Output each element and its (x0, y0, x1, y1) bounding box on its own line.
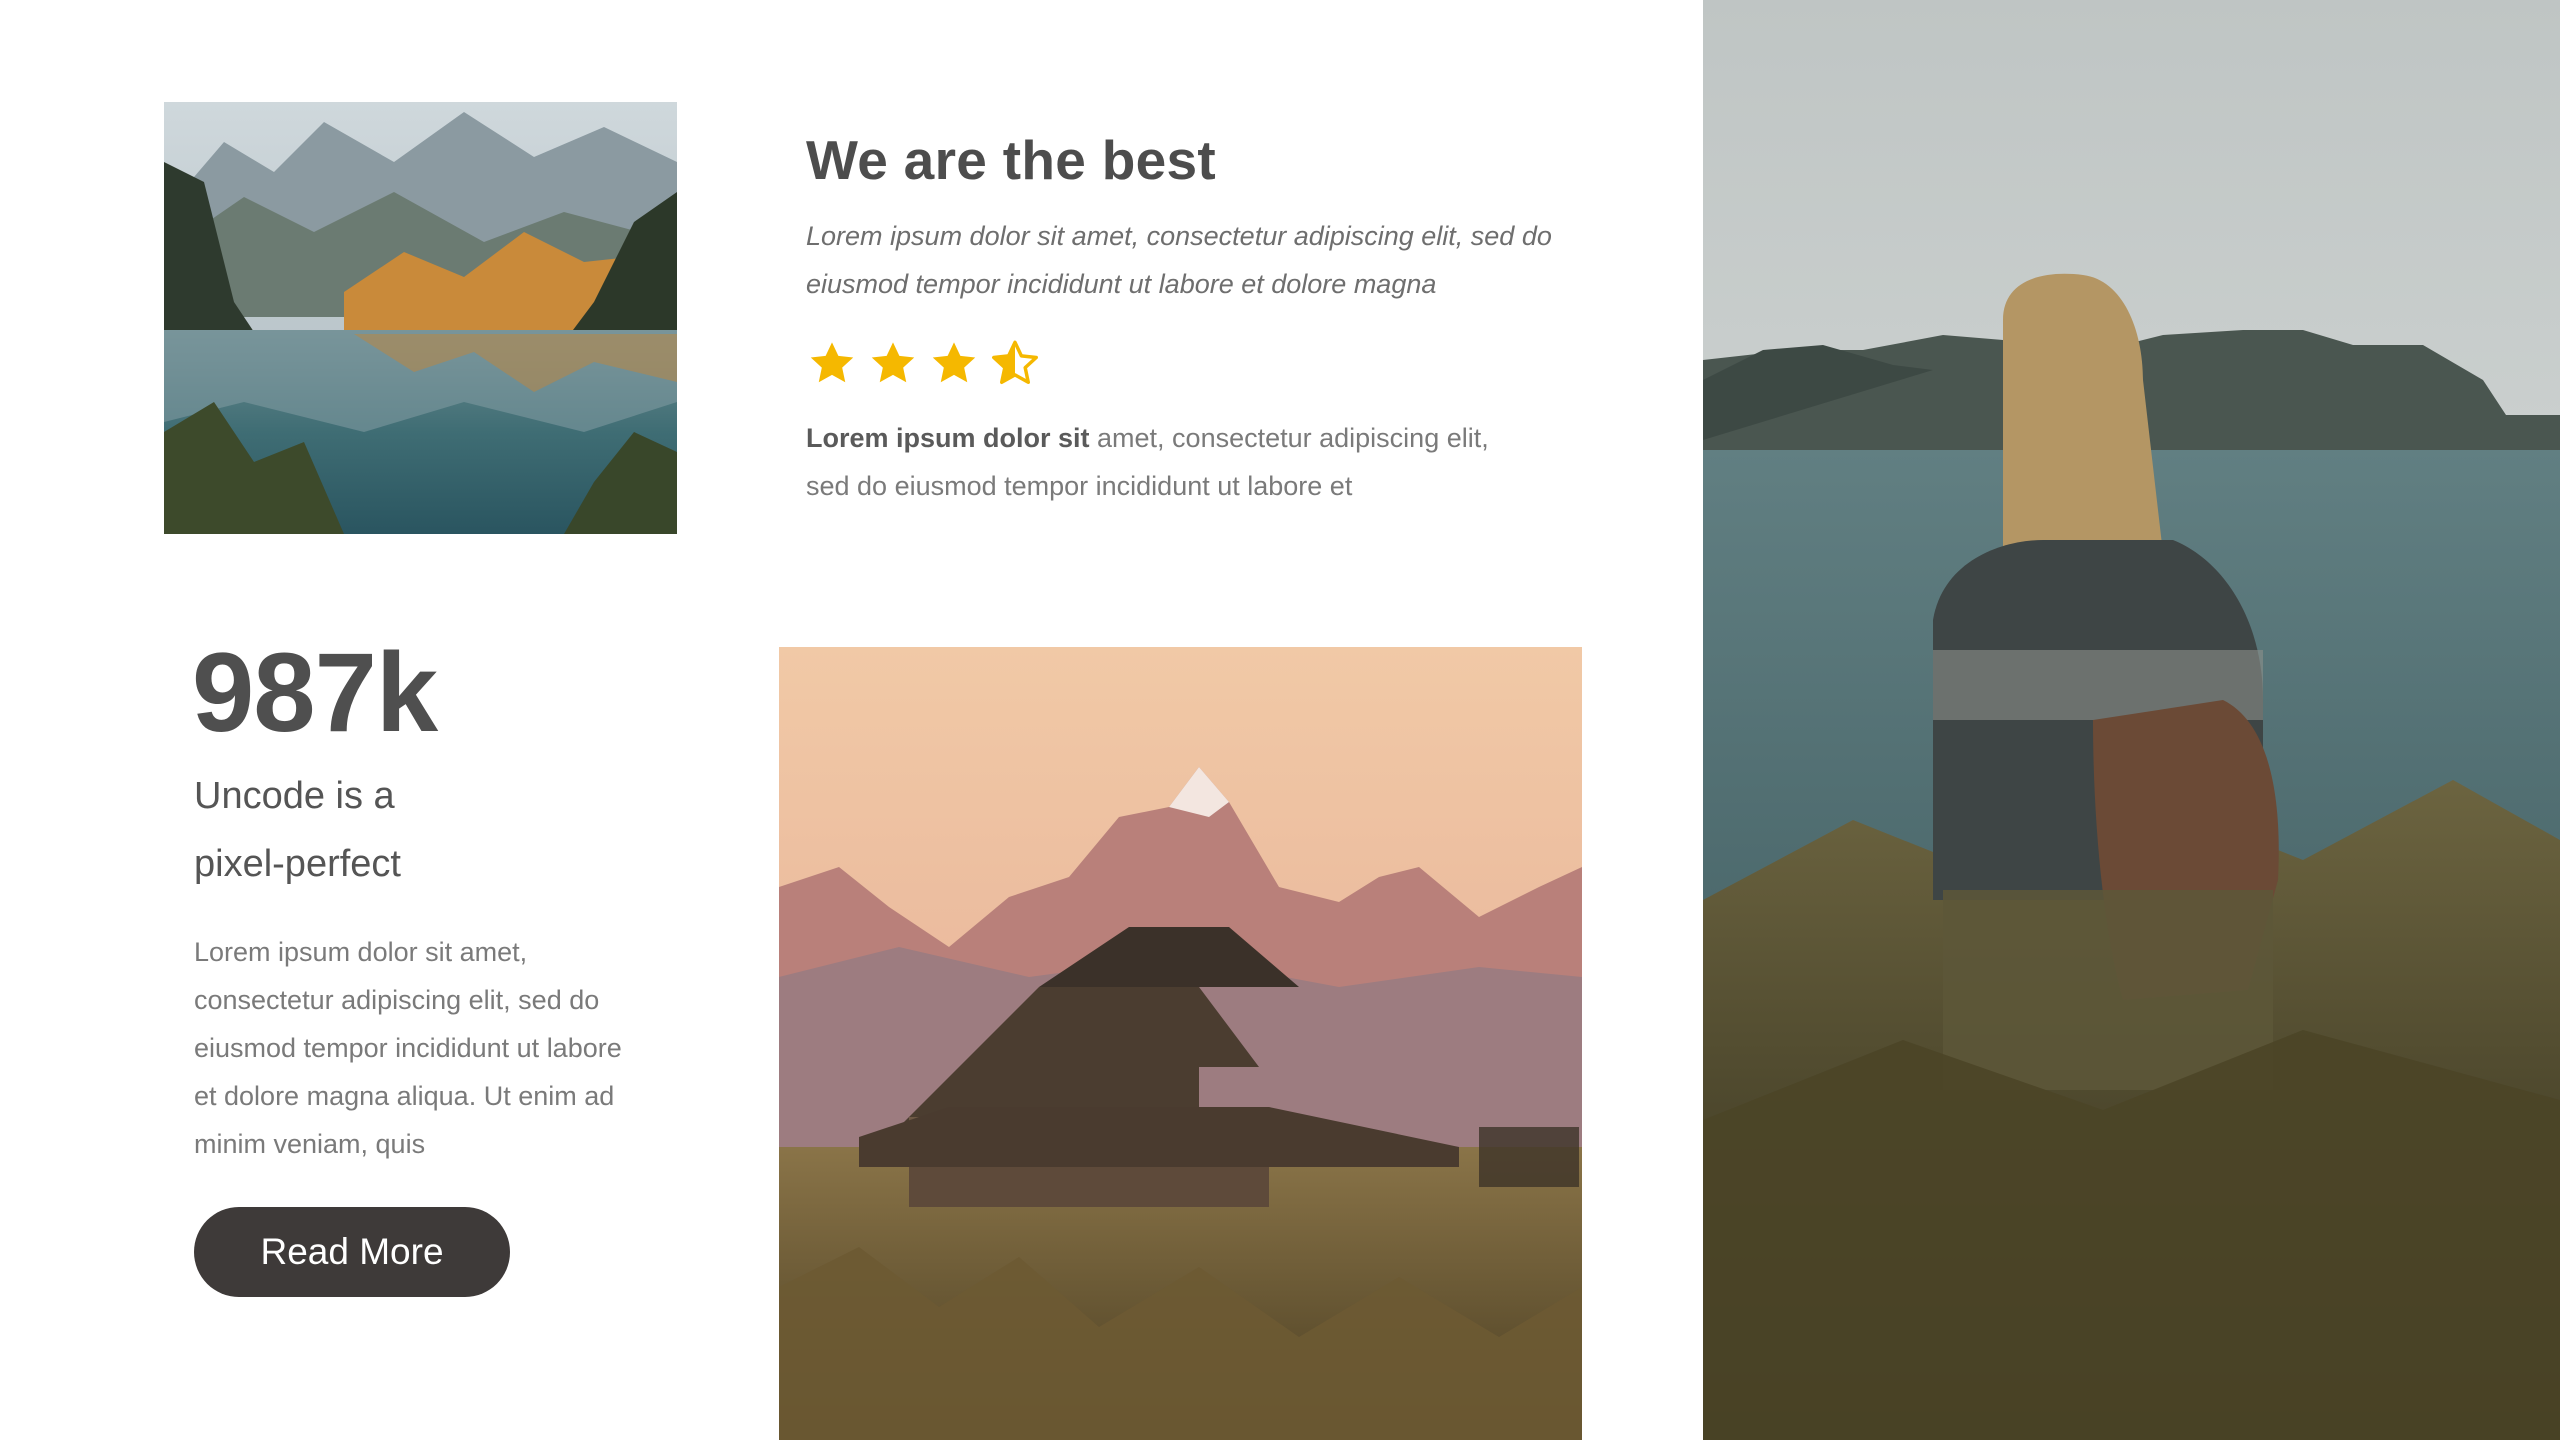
feature-intro-line: Lorem ipsum dolor sit amet, consectetur … (806, 221, 1552, 251)
detail-text: amet, consectetur adipiscing elit, (1089, 423, 1489, 453)
stat-number: 987k (192, 630, 438, 755)
read-more-button[interactable]: Read More (194, 1207, 510, 1297)
star-full-icon (810, 342, 854, 383)
feature-detail: Lorem ipsum dolor sit amet, consectetur … (806, 414, 1566, 510)
barn-mountains-photo (779, 647, 1582, 1440)
tagline-line: Uncode is a (194, 775, 395, 817)
mountain-lake-photo (164, 102, 677, 534)
woman-by-sea-photo (1703, 0, 2560, 1440)
detail-bold-text: Lorem ipsum dolor sit (806, 423, 1090, 453)
body-line: et dolore magna aliqua. Ut enim ad (194, 1081, 615, 1111)
stat-body: Lorem ipsum dolor sit amet, consectetur … (194, 928, 664, 1168)
star-rating (806, 338, 1041, 398)
body-line: minim veniam, quis (194, 1129, 426, 1159)
feature-intro-line: eiusmod tempor incididunt ut labore et d… (806, 269, 1437, 299)
tagline-line: pixel-perfect (194, 843, 401, 885)
body-line: eiusmod tempor incididunt ut labore (194, 1033, 622, 1063)
body-line: Lorem ipsum dolor sit amet, (194, 937, 528, 967)
star-full-icon (932, 342, 976, 383)
star-half-icon (992, 340, 1038, 384)
body-line: consectetur adipiscing elit, sed do (194, 985, 600, 1015)
feature-intro: Lorem ipsum dolor sit amet, consectetur … (806, 212, 1596, 308)
stat-tagline: Uncode is a pixel-perfect (194, 762, 614, 898)
feature-title: We are the best (806, 129, 1217, 191)
detail-text: sed do eiusmod tempor incididunt ut labo… (806, 471, 1353, 501)
star-full-icon (871, 342, 915, 383)
